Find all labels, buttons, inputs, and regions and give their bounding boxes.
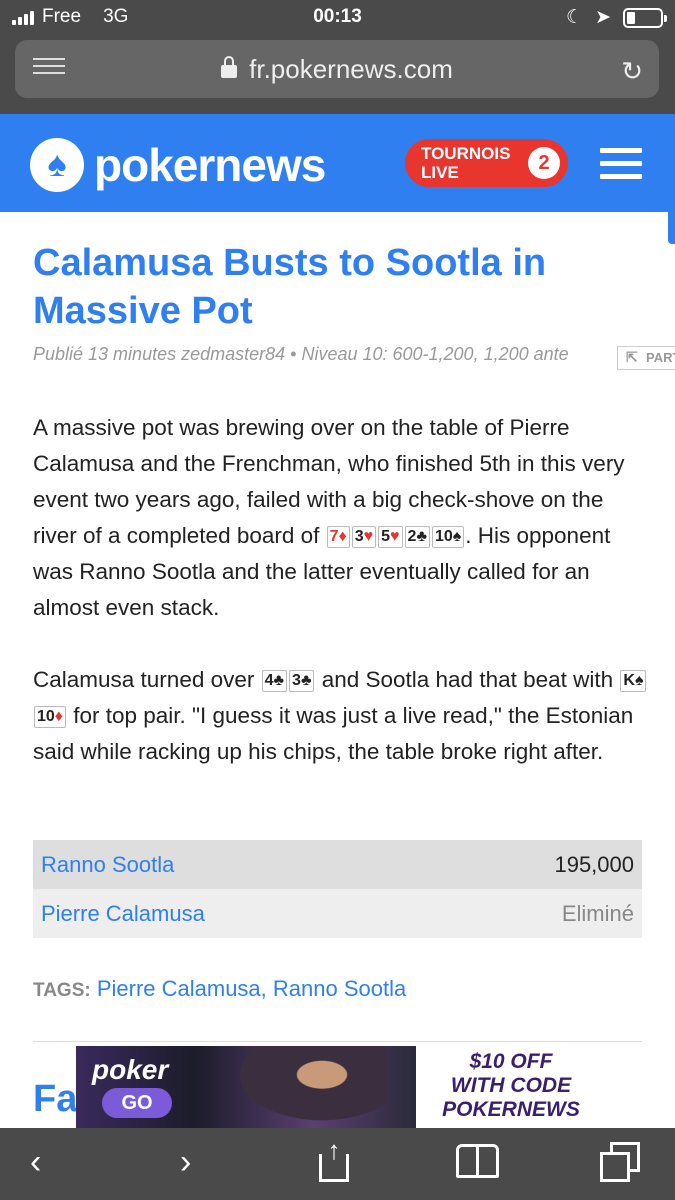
heart-suit-icon: ♥ — [390, 528, 400, 545]
playing-card: K♠ — [620, 670, 647, 692]
playing-card: 5♥ — [378, 526, 403, 548]
chip-count: Eliminé — [561, 900, 634, 926]
board-cards: 7♦ 3♥ 5♥ 2♣ 10♠ — [326, 523, 466, 548]
ad-banner[interactable]: poker GO $10 OFF WITH CODE POKERNEWS — [76, 1046, 596, 1128]
card-rank: 7 — [329, 528, 339, 545]
card-rank: 5 — [381, 528, 391, 545]
card-rank: 3 — [292, 672, 301, 689]
article-meta: Publié 13 minutes zedmaster84 • Niveau 1… — [33, 344, 569, 364]
hamburger-menu-icon[interactable] — [600, 148, 642, 180]
card-rank: 10 — [434, 528, 453, 545]
card-rank: 4 — [264, 672, 274, 689]
url-display[interactable]: fr.pokernews.com — [15, 54, 659, 85]
ad-brand-bottom: GO — [102, 1088, 172, 1118]
card-rank: K — [623, 672, 635, 689]
logo-text: pokernews — [94, 139, 326, 191]
live-button-label: TOURNOIS LIVE — [421, 144, 511, 182]
article-title: Calamusa Busts to Sootla in Massive Pot — [33, 242, 547, 332]
ad-line: WITH CODE — [450, 1074, 572, 1097]
diamond-suit-icon: ♦ — [338, 528, 347, 545]
ad-promo-text: $10 OFF WITH CODE POKERNEWS — [426, 1050, 596, 1122]
article: Calamusa Busts to Sootla in Massive Pot … — [0, 212, 675, 1128]
playing-card: 2♣ — [404, 526, 430, 548]
card-rank: 10 — [37, 708, 55, 725]
playing-card: 4♣ — [261, 670, 288, 692]
paragraph-text: for top pair. "I guess it was just a liv… — [33, 703, 634, 764]
player-link[interactable]: Pierre Calamusa — [41, 901, 205, 927]
tags-label: TAGS: — [33, 980, 91, 1001]
chip-counts-table: Ranno Sootla 195,000 Pierre Calamusa Eli… — [33, 840, 642, 938]
playing-card: 3♣ — [289, 670, 315, 692]
table-row: Pierre Calamusa Eliminé — [33, 889, 642, 938]
forward-icon[interactable]: › — [180, 1142, 191, 1182]
paragraph-2: Calamusa turned over 4♣ 3♣ and Sootla had… — [33, 662, 648, 770]
next-article-heading[interactable]: Fa — [33, 1078, 77, 1121]
playing-card: 3♥ — [351, 526, 377, 548]
paragraph-text: and Sootla had that beat with — [315, 667, 620, 692]
heart-suit-icon: ♥ — [363, 528, 374, 545]
url-text: fr.pokernews.com — [249, 54, 453, 84]
address-bar[interactable]: fr.pokernews.com ↻ — [15, 40, 659, 98]
playing-card: 7♦ — [326, 526, 350, 548]
reload-icon[interactable]: ↻ — [621, 56, 643, 87]
location-arrow-icon: ➤ — [595, 7, 611, 28]
live-count-badge: 2 — [528, 147, 560, 179]
battery-icon — [623, 7, 667, 28]
share-icon[interactable]: ↑ — [316, 1135, 352, 1182]
club-suit-icon: ♣ — [416, 528, 427, 545]
player-link[interactable]: Ranno Sootla — [41, 852, 174, 878]
tag-links[interactable]: Pierre Calamusa, Ranno Sootla — [97, 976, 406, 1001]
divider — [33, 1041, 642, 1042]
playing-card: 10♦ — [34, 706, 66, 728]
ad-brand-top: poker — [92, 1054, 169, 1085]
chip-count: 195,000 — [554, 851, 634, 877]
spade-suit-icon: ♠ — [634, 672, 644, 689]
spade-suit-icon: ♠ — [452, 528, 462, 545]
tags-row: TAGS: Pierre Calamusa, Ranno Sootla — [33, 976, 406, 1002]
ad-photo — [226, 1046, 386, 1128]
club-suit-icon: ♣ — [300, 672, 312, 689]
club-suit-icon: ♣ — [273, 672, 285, 689]
live-label-line1: TOURNOIS — [421, 144, 511, 163]
paragraph-text: Calamusa turned over — [33, 667, 261, 692]
live-tournaments-button[interactable]: TOURNOIS LIVE 2 — [405, 139, 568, 187]
calamusa-hand: 4♣ 3♣ — [261, 667, 316, 692]
address-bar-area: fr.pokernews.com ↻ — [0, 36, 675, 114]
diamond-suit-icon: ♦ — [54, 708, 63, 725]
paragraph-1: A massive pot was brewing over on the ta… — [33, 410, 648, 626]
tabs-icon[interactable] — [600, 1142, 644, 1184]
back-icon[interactable]: ‹ — [30, 1142, 41, 1182]
card-rank: 3 — [354, 528, 364, 545]
pokernews-logo[interactable]: pokernews — [30, 138, 326, 192]
site-header: pokernews TOURNOIS LIVE 2 — [0, 114, 675, 212]
lock-icon — [221, 56, 238, 78]
ad-line: $10 OFF — [469, 1050, 553, 1073]
ad-image: poker GO — [76, 1046, 416, 1128]
share-button[interactable]: PART — [617, 346, 675, 370]
playing-card: 10♠ — [431, 526, 465, 548]
status-right: ☾ ➤ — [566, 6, 667, 29]
browser-toolbar: ‹ › ↑ — [0, 1128, 675, 1200]
browser-screen: Free 3G 00:13 ☾ ➤ fr.pokernews.com ↻ pok… — [0, 0, 675, 1200]
status-bar: Free 3G 00:13 ☾ ➤ — [0, 0, 675, 36]
moon-icon: ☾ — [566, 7, 584, 28]
table-row: Ranno Sootla 195,000 — [33, 840, 642, 889]
live-label-line2: LIVE — [421, 163, 459, 182]
ad-line: POKERNEWS — [442, 1098, 580, 1121]
bookmarks-icon[interactable] — [456, 1144, 502, 1180]
spade-logo-icon — [30, 138, 84, 192]
